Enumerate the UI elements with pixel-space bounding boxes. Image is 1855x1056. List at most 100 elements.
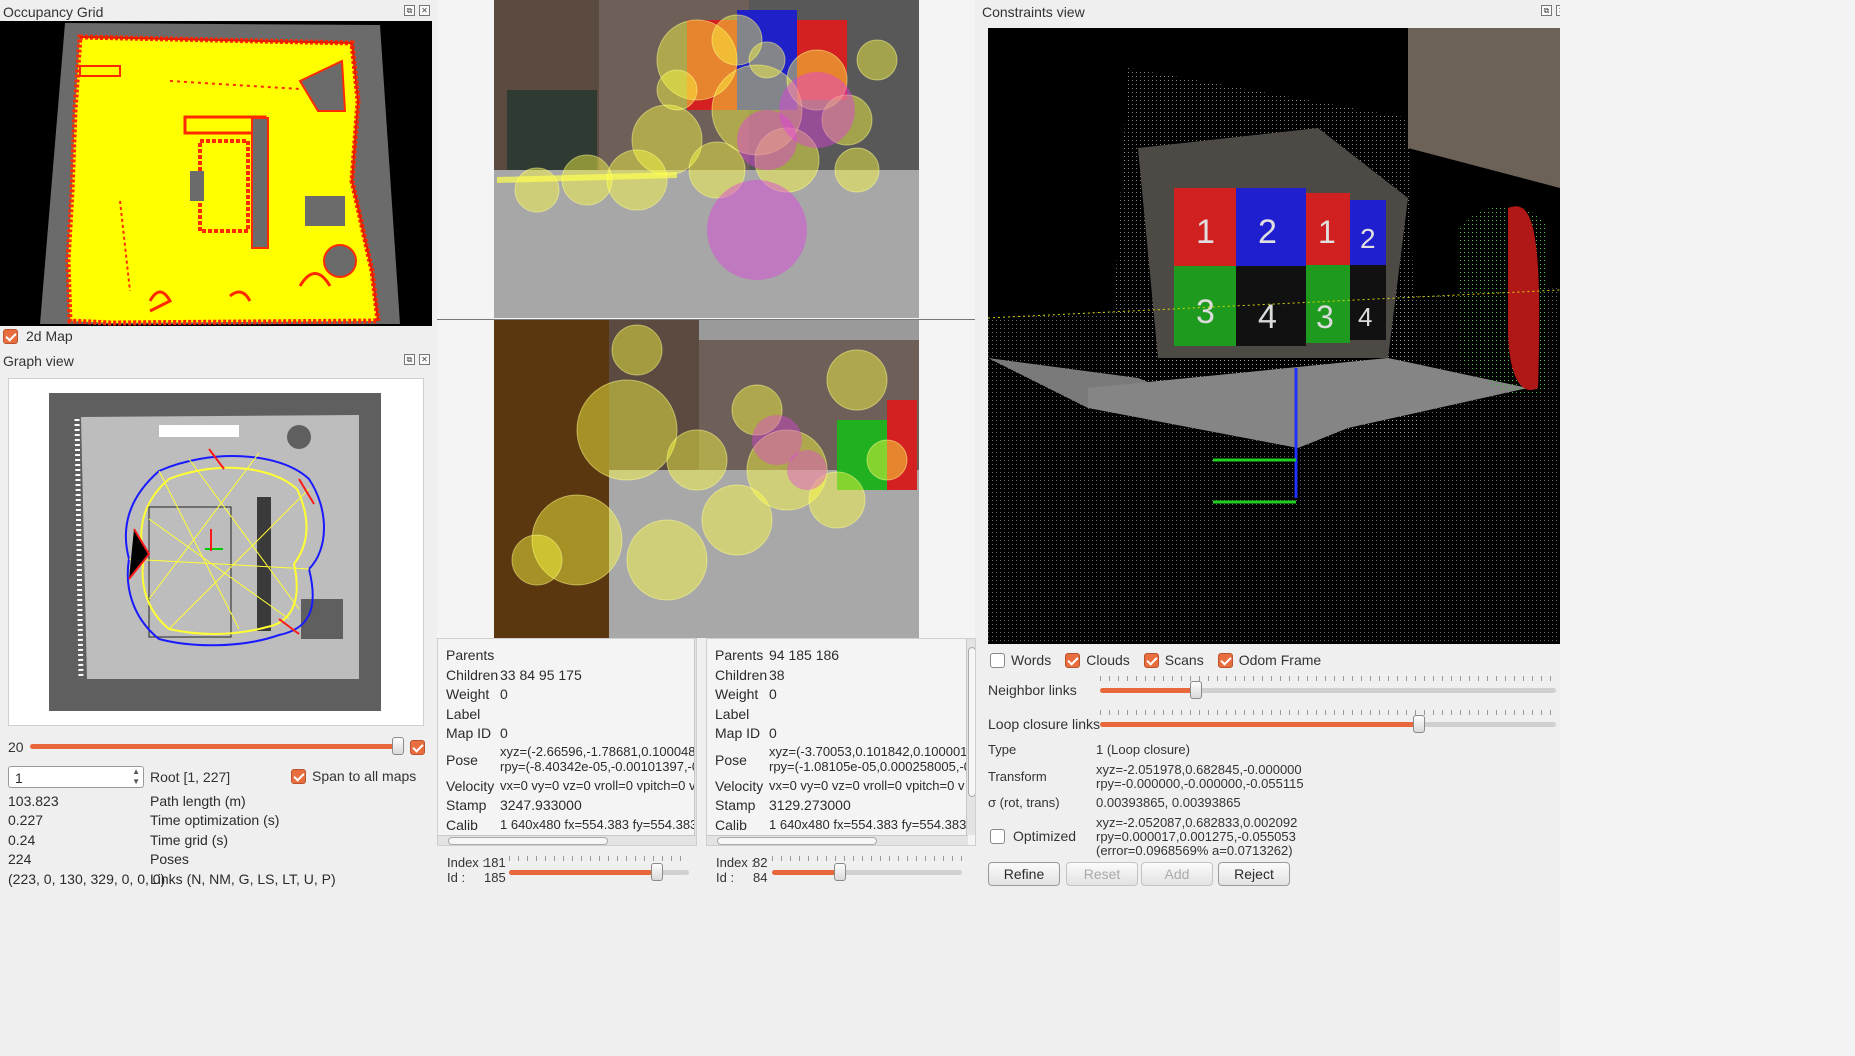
stat-value: 103.823 (8, 793, 59, 809)
neighbor-links-slider[interactable] (1100, 681, 1556, 699)
loop-slider-handle[interactable] (1413, 715, 1426, 733)
image-view-bottom[interactable] (437, 320, 975, 638)
stat-label: Poses (150, 851, 189, 867)
refine-button[interactable]: Refine (988, 862, 1060, 886)
loop-closure-slider[interactable] (1100, 715, 1556, 733)
info-key: Children (446, 667, 499, 683)
id-label: Id : (716, 870, 735, 885)
occupancy-grid-dock: Occupancy Grid ⧉ ✕ 2d Map (0, 0, 434, 345)
stat-value: (223, 0, 130, 329, 0, 0, 0) (8, 871, 166, 887)
right-index-slider[interactable] (772, 863, 962, 881)
left-index-slider-fill (509, 870, 657, 875)
reject-button[interactable]: Reject (1218, 862, 1290, 886)
pose-xyz: xyz=(-3.70053,0.101842,0.100001 (769, 744, 968, 759)
occupancy-grid-canvas[interactable] (0, 21, 432, 326)
index-label: Index : (716, 855, 756, 870)
transform-key: Transform (988, 769, 1047, 784)
close-icon[interactable]: ✕ (419, 5, 430, 16)
odom-frame-toggle[interactable]: Odom Frame (1217, 652, 1321, 668)
graph-spinbox[interactable]: 1 ▲ ▼ (8, 766, 144, 788)
info-key: Children (715, 667, 768, 683)
add-button[interactable]: Add (1141, 862, 1213, 886)
graph-slider-value: 20 (8, 739, 24, 755)
constraints-3d-view[interactable]: 1 2 1 2 3 4 3 4 (988, 28, 1560, 644)
span-checkbox[interactable] (291, 768, 306, 784)
neighbor-links-label: Neighbor links (988, 682, 1077, 698)
constraints-dock: Constraints view ⧉ ✕ 1 2 1 (978, 0, 1567, 1056)
clouds-label: Clouds (1086, 652, 1130, 668)
map-2d-toggle[interactable]: 2d Map (3, 328, 73, 344)
map-2d-label: 2d Map (26, 328, 73, 344)
info-value: 38 (769, 667, 785, 683)
clouds-toggle[interactable]: Clouds (1065, 652, 1130, 668)
cube-label: 4 (1358, 302, 1372, 332)
scans-checkbox[interactable] (1143, 652, 1159, 668)
node-info-left: Parents Children 33 84 95 175 Weight 0 Lab… (437, 638, 697, 846)
index-value: 82 (753, 855, 768, 870)
neighbor-slider-handle[interactable] (1189, 681, 1202, 699)
graph-slider-handle[interactable] (392, 737, 405, 755)
float-icon[interactable]: ⧉ (404, 5, 415, 16)
right-info-vscroll[interactable] (966, 639, 975, 835)
stat-value: 0.227 (8, 812, 44, 828)
info-key: Label (446, 706, 481, 722)
optimized-toggle[interactable]: Optimized (990, 828, 1076, 844)
stat-value: 0.24 (8, 832, 36, 848)
right-info-hscroll[interactable] (707, 835, 968, 845)
graph-slider[interactable] (30, 737, 405, 755)
graph-view-dock: Graph view ⧉ ✕ 20 1 ▲ ▼ Root [1, 227] Sp… (0, 348, 434, 1056)
info-key: Map ID (715, 725, 761, 741)
cube-label: 3 (1196, 293, 1215, 331)
cube-label: 3 (1316, 299, 1334, 335)
close-icon[interactable]: ✕ (419, 354, 430, 365)
float-icon[interactable]: ⧉ (1541, 5, 1552, 16)
info-value: vx=0 vy=0 vz=0 vroll=0 vpitch=0 v (769, 778, 965, 793)
info-value: 33 84 95 175 (500, 667, 582, 683)
stat-label: Links (N, NM, G, LS, LT, U, P) (150, 871, 336, 887)
info-key: Pose (446, 752, 478, 768)
image-view-top[interactable] (437, 0, 975, 320)
odom-frame-checkbox[interactable] (1217, 652, 1233, 668)
loop-slider-fill (1100, 722, 1420, 727)
constraints-title: Constraints view (982, 4, 1085, 20)
words-toggle[interactable]: Words (990, 652, 1051, 668)
clouds-checkbox[interactable] (1065, 652, 1081, 668)
left-index-slider-handle[interactable] (650, 863, 663, 881)
left-info-hscroll[interactable] (438, 835, 696, 845)
words-checkbox[interactable] (990, 652, 1005, 668)
info-value: 94 185 186 (769, 647, 840, 663)
pose-xyz: xyz=(-2.66596,-1.78681,0.100048) (500, 744, 697, 759)
reset-button[interactable]: Reset (1066, 862, 1138, 886)
spin-arrows-icon[interactable]: ▲ ▼ (132, 767, 140, 787)
info-key: Weight (715, 686, 759, 702)
left-info-vscroll[interactable] (694, 639, 696, 835)
optimized-checkbox[interactable] (990, 828, 1005, 844)
info-key: Parents (446, 647, 495, 663)
occupancy-dock-buttons: ⧉ ✕ (404, 5, 430, 16)
scans-toggle[interactable]: Scans (1143, 652, 1204, 668)
info-key: Pose (715, 752, 747, 768)
float-icon[interactable]: ⧉ (404, 354, 415, 365)
type-value: 1 (Loop closure) (1096, 742, 1190, 757)
sigma-value: 0.00393865, 0.00393865 (1096, 795, 1241, 810)
graph-canvas[interactable] (8, 378, 424, 726)
optimized-label: Optimized (1013, 828, 1077, 844)
map-2d-checkbox[interactable] (3, 328, 18, 344)
info-value: vx=0 vy=0 vz=0 vroll=0 vpitch=0 v (500, 778, 696, 793)
graph-slider-checkbox[interactable] (410, 740, 425, 756)
graph-map-image (49, 393, 381, 711)
right-index-panel: Index : 82 Id : 84 (706, 850, 976, 890)
info-value: 3247.933000 (500, 797, 582, 813)
info-value: 1 640x480 fx=554.383 fy=554.383 (769, 817, 967, 832)
span-to-all-maps-toggle[interactable]: Span to all maps (291, 768, 416, 784)
id-label: Id : (447, 870, 466, 885)
transform-xyz: xyz=-2.051978,0.682845,-0.000000 (1096, 762, 1302, 777)
scans-label: Scans (1164, 652, 1204, 668)
graph-view-title: Graph view (3, 353, 74, 369)
transform-rpy: rpy=-0.000000,-0.000000,-0.055115 (1096, 776, 1304, 791)
left-index-panel: Index : 181 Id : 185 (437, 850, 697, 890)
left-index-slider[interactable] (509, 863, 689, 881)
right-index-slider-handle[interactable] (834, 863, 847, 881)
info-key: Stamp (715, 797, 756, 813)
info-value: 1 640x480 fx=554.383 fy=554.383 (500, 817, 697, 832)
